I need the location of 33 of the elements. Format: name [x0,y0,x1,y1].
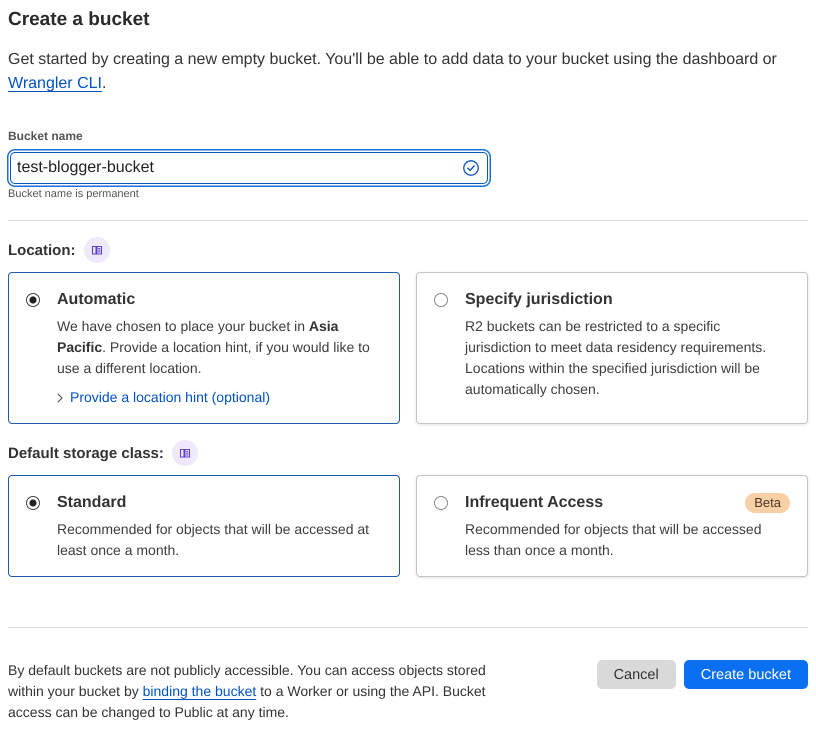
option-description: R2 buckets can be restricted to a specific jurisdiction to meet data residency requirements. Locations within the specified jurisdiction will be automatically chosen. [465,317,768,399]
option-title: Automatic [57,290,136,310]
option-card[interactable]: Automatic We have chosen to place your bucket in Asia Pacific. Provide a location hint, if you would like to use a different location. Provide a location hint (optional) [8,272,400,424]
option-title: Standard [57,493,126,513]
option-title: Specify jurisdiction [465,290,613,310]
cancel-button[interactable]: Cancel [596,660,676,689]
intro-text: Get started by creating a new empty bucket. You'll be able to add data to your bucket using the dashboard or Wrangler CLI. [8,50,778,94]
wrangler-cli-link[interactable]: Wrangler CLI [8,75,102,92]
option-card[interactable]: Specify jurisdiction R2 buckets can be restricted to a specific jurisdiction to meet data residency requirements. Locations within the specified jurisdiction will be automatically chosen. [416,272,808,424]
section-heading: Default storage class: [8,444,164,462]
bucket-name-input[interactable]: test-blogger-bucket [10,152,488,184]
access-note: By default buckets are not publicly accessible. You can access objects stored within your bucket by binding the bucket to a Worker or using the API. Bucket access can be changed to Public at any time. [8,661,487,722]
option-card[interactable]: Standard Recommended for objects that will be accessed at least once a month. [8,475,400,577]
binding-link[interactable]: binding the bucket [142,683,256,699]
radio-button[interactable] [434,496,448,510]
option-description: We have chosen to place your bucket in Asia Pacific. Provide a location hint, if you would like to use a different location. [57,317,371,378]
radio-button[interactable] [26,496,40,510]
option-title: Infrequent Access [465,493,604,513]
radio-button[interactable] [26,293,40,307]
book-icon[interactable] [84,237,110,263]
option-description: Recommended for objects that will be accessed at least once a month. [57,520,370,560]
chevron-right-icon[interactable] [57,392,63,402]
option-description: Recommended for objects that will be accessed less than once a month. [465,520,762,560]
location-hint-link[interactable]: Provide a location hint (optional) [70,387,270,408]
option-card[interactable]: Infrequent Access Beta Recommended for objects that will be accessed less than once a month. [416,475,808,577]
radio-button[interactable] [434,293,448,307]
create-button[interactable]: Create bucket [684,660,808,689]
field-label: Bucket name [8,129,84,143]
section-heading: Location: [8,242,76,258]
book-icon[interactable] [172,440,198,466]
page-title: Create a bucket [8,8,151,32]
beta-badge: Beta [745,493,790,513]
helper-text: Bucket name is permanent [8,188,140,201]
